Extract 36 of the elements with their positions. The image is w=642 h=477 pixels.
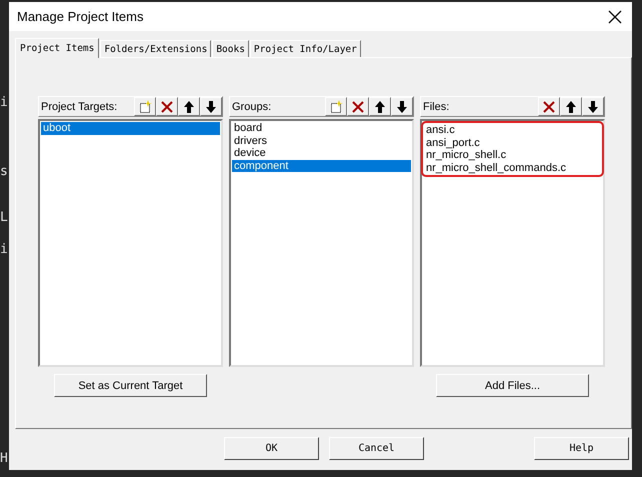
window-title: Manage Project Items [17,9,144,24]
dialog-button[interactable]: OK [224,437,319,460]
panel-title: Files: [423,100,450,112]
list-box[interactable]: board drivers device component [229,119,414,367]
list-box[interactable]: ansi.c ansi_port.c nr_micro_shell.c nr_micro_shell_commands.c [420,119,605,367]
new-icon[interactable] [325,97,347,116]
close-icon[interactable] [608,10,622,24]
list-item[interactable]: ansi_port.c [424,136,601,149]
panel-button[interactable]: Set as Current Target [54,374,207,397]
list-item[interactable]: board [232,122,411,134]
delete-icon[interactable] [538,97,560,116]
dialog-button[interactable]: Help [534,437,629,460]
code-fragment: i [0,96,8,110]
code-fragment: L [0,211,8,225]
delete-icon[interactable] [156,97,178,116]
delete-icon[interactable] [347,97,369,116]
code-fragment: i [0,243,8,257]
list-item[interactable]: ansi.c [424,124,601,136]
code-fragment: s [0,165,8,179]
tab[interactable]: Folders/Extensions [100,40,212,57]
panel-title: Groups: [232,100,272,112]
dialog-button[interactable]: Cancel [329,437,424,460]
code-fragment: H [0,452,8,466]
tab[interactable]: Project Items [15,38,100,58]
list-item[interactable]: nr_micro_shell_commands.c [424,162,601,174]
list-item[interactable]: uboot [41,122,220,134]
list-item[interactable]: component [232,160,411,172]
new-icon[interactable] [134,97,156,116]
list-box[interactable]: uboot [38,119,223,367]
list-item[interactable]: drivers [232,134,411,147]
list-item[interactable]: nr_micro_shell.c [424,149,601,162]
tab[interactable]: Books [212,40,249,57]
list-item[interactable]: device [232,147,411,160]
panel-button[interactable]: Add Files... [436,374,589,397]
panel-title: Project Targets: [41,100,118,112]
tab[interactable]: Project Info/Layer [250,40,361,57]
